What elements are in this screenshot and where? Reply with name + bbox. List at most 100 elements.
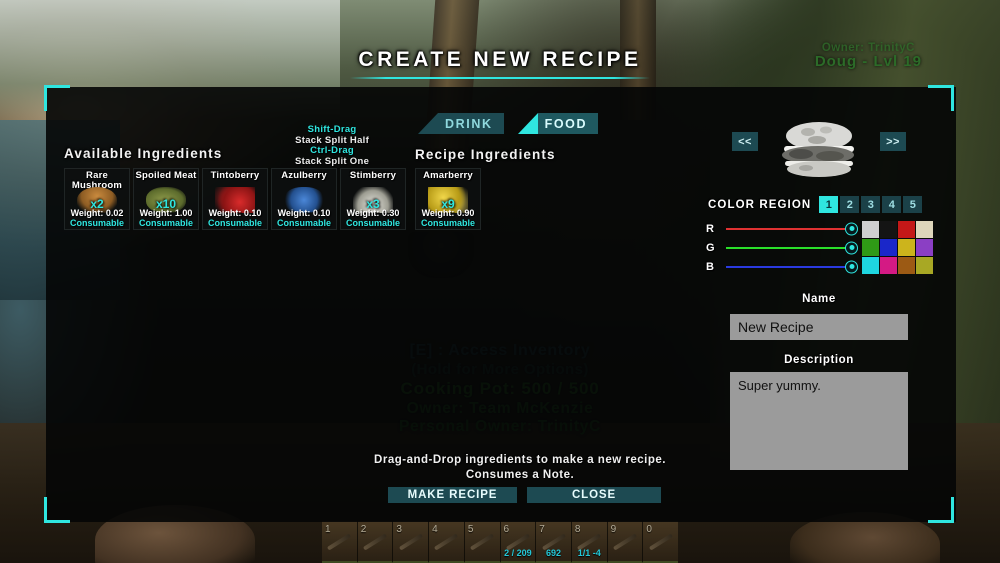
slider-knob[interactable] bbox=[845, 241, 858, 254]
tab-drink[interactable]: DRINK bbox=[418, 113, 504, 134]
color-swatch[interactable] bbox=[898, 239, 915, 256]
hotbar-item-count: 692 bbox=[546, 548, 562, 558]
name-input[interactable] bbox=[730, 314, 908, 340]
hotbar-slot-9[interactable]: 9 bbox=[607, 521, 644, 563]
hotbar-slot-5[interactable]: 5 bbox=[464, 521, 501, 563]
color-swatch[interactable] bbox=[862, 239, 879, 256]
ingredient-slot[interactable]: Stimberry x3 Weight: 0.30 Consumable bbox=[340, 168, 406, 230]
color-region-2[interactable]: 2 bbox=[840, 196, 860, 213]
hotbar-slot-number: 7 bbox=[539, 524, 545, 535]
hotbar[interactable]: 1 2 3 4 5 6 2 / 209 7 692 8 1/1 -4 9 0 bbox=[322, 521, 679, 563]
color-swatch[interactable] bbox=[862, 257, 879, 274]
tab-label: DRINK bbox=[438, 113, 504, 134]
hotbar-slot-number: 0 bbox=[646, 524, 652, 535]
ingredient-weight: Weight: 0.02 bbox=[70, 208, 124, 218]
hotbar-slot-1[interactable]: 1 bbox=[322, 521, 358, 563]
ingredient-name: Tintoberry bbox=[210, 170, 260, 181]
ingredient-type: Consumable bbox=[345, 218, 400, 228]
ingredient-name: Spoiled Meat bbox=[135, 170, 197, 181]
category-tabs[interactable]: DRINK FOOD bbox=[418, 113, 599, 134]
frame-corner-bottom-right bbox=[928, 497, 954, 523]
hotbar-slot-4[interactable]: 4 bbox=[429, 521, 465, 563]
make-recipe-button[interactable]: MAKE RECIPE bbox=[388, 487, 517, 503]
color-region-1[interactable]: 1 bbox=[819, 196, 839, 213]
color-swatch[interactable] bbox=[916, 239, 933, 256]
ingredient-type: Consumable bbox=[276, 218, 331, 228]
drag-hint: Shift-Drag Stack Split Half Ctrl-Drag St… bbox=[295, 124, 370, 168]
ingredient-type: Consumable bbox=[420, 218, 475, 228]
hotbar-slot-8[interactable]: 8 1/1 -4 bbox=[571, 521, 608, 563]
frame-corner-top-left bbox=[44, 85, 70, 111]
slider-r[interactable]: R bbox=[706, 219, 858, 238]
hotbar-slot-number: 9 bbox=[610, 524, 617, 535]
color-swatch[interactable] bbox=[880, 239, 897, 256]
next-icon-button[interactable]: >> bbox=[880, 132, 906, 151]
color-region-3[interactable]: 3 bbox=[861, 196, 881, 213]
slider-track[interactable] bbox=[726, 260, 858, 273]
color-swatch[interactable] bbox=[880, 221, 897, 238]
slider-knob[interactable] bbox=[845, 260, 858, 273]
color-swatch-grid[interactable] bbox=[862, 221, 933, 274]
slider-b[interactable]: B bbox=[706, 257, 858, 276]
color-region-5[interactable]: 5 bbox=[903, 196, 923, 213]
hotbar-slot-number: 5 bbox=[467, 524, 474, 535]
slider-knob[interactable] bbox=[845, 222, 858, 235]
hotbar-slot-number: 2 bbox=[360, 524, 367, 535]
available-ingredients-list[interactable]: Rare Mushroom x2 Weight: 0.02 Consumable… bbox=[64, 168, 406, 230]
hotbar-slot-number: 8 bbox=[574, 524, 581, 535]
color-swatch[interactable] bbox=[880, 257, 897, 274]
slider-track[interactable] bbox=[726, 241, 858, 254]
ingredient-name: Stimberry bbox=[349, 170, 397, 181]
description-input[interactable] bbox=[730, 372, 908, 470]
hotbar-slot-number: 4 bbox=[432, 524, 438, 535]
color-region-row[interactable]: COLOR REGION 12345 bbox=[708, 196, 923, 213]
ingredient-slot[interactable]: Tintoberry Weight: 0.10 Consumable bbox=[202, 168, 268, 230]
ingredient-slot[interactable]: Azulberry Weight: 0.10 Consumable bbox=[271, 168, 337, 230]
close-button[interactable]: CLOSE bbox=[527, 487, 661, 503]
color-region-buttons[interactable]: 12345 bbox=[817, 196, 923, 213]
hotbar-item-icon bbox=[362, 533, 388, 551]
slider-g[interactable]: G bbox=[706, 238, 858, 257]
hotbar-slot-number: 6 bbox=[503, 524, 510, 535]
hotbar-slot-number: 3 bbox=[396, 524, 402, 535]
hotbar-item-count: 1/1 -4 bbox=[577, 548, 601, 558]
footer-line-1: Drag-and-Drop ingredients to make a new … bbox=[374, 454, 666, 466]
ingredient-slot[interactable]: Rare Mushroom x2 Weight: 0.02 Consumable bbox=[64, 168, 130, 230]
tab-food[interactable]: FOOD bbox=[517, 113, 599, 134]
tab-triangle-icon bbox=[517, 113, 538, 134]
hotbar-slot-6[interactable]: 6 2 / 209 bbox=[500, 521, 537, 563]
ingredient-slot[interactable]: Amarberry x9 Weight: 0.90 Consumable bbox=[415, 168, 481, 230]
slider-track[interactable] bbox=[726, 222, 858, 235]
color-region-4[interactable]: 4 bbox=[882, 196, 902, 213]
hotbar-slot-3[interactable]: 3 bbox=[393, 521, 430, 563]
hotbar-slot-2[interactable]: 2 bbox=[357, 521, 394, 563]
hotbar-item-icon bbox=[398, 533, 423, 551]
page-title: CREATE NEW RECIPE bbox=[358, 48, 642, 71]
color-swatch[interactable] bbox=[898, 221, 915, 238]
ctrl-drag-action: Stack Split One bbox=[295, 155, 370, 167]
recipe-ingredients-header: Recipe Ingredients bbox=[415, 147, 556, 162]
hotbar-slot-7[interactable]: 7 692 bbox=[536, 521, 572, 563]
tab-label: FOOD bbox=[537, 113, 599, 134]
ingredient-type: Consumable bbox=[207, 218, 262, 228]
recipe-ingredients-list[interactable]: Amarberry x9 Weight: 0.90 Consumable bbox=[415, 168, 481, 230]
hotbar-slot-0[interactable]: 0 bbox=[643, 521, 679, 563]
color-swatch[interactable] bbox=[916, 257, 933, 274]
available-ingredients-header: Available Ingredients bbox=[64, 146, 223, 161]
color-swatch[interactable] bbox=[916, 221, 933, 238]
ingredient-slot[interactable]: Spoiled Meat x10 Weight: 1.00 Consumable bbox=[133, 168, 199, 230]
rgb-sliders[interactable]: R G B bbox=[706, 219, 858, 276]
game-screen: Owner: TrinityC Doug - Lvl 19 [E] : Acce… bbox=[0, 0, 1000, 563]
color-swatch[interactable] bbox=[898, 257, 915, 274]
hotbar-item-icon bbox=[648, 533, 673, 551]
hotbar-item-icon bbox=[434, 533, 459, 551]
footer-line-2: Consumes a Note. bbox=[465, 468, 575, 481]
ingredient-weight: Weight: 1.00 bbox=[139, 208, 193, 218]
hotbar-slot-number: 1 bbox=[325, 524, 331, 535]
hotbar-item-icon bbox=[612, 533, 638, 551]
recipe-icon-preview: << >> bbox=[724, 118, 914, 180]
ingredient-weight: Weight: 0.90 bbox=[421, 208, 475, 218]
ingredient-type: Consumable bbox=[69, 218, 124, 228]
previous-icon-button[interactable]: << bbox=[732, 132, 758, 151]
color-swatch[interactable] bbox=[862, 221, 879, 238]
